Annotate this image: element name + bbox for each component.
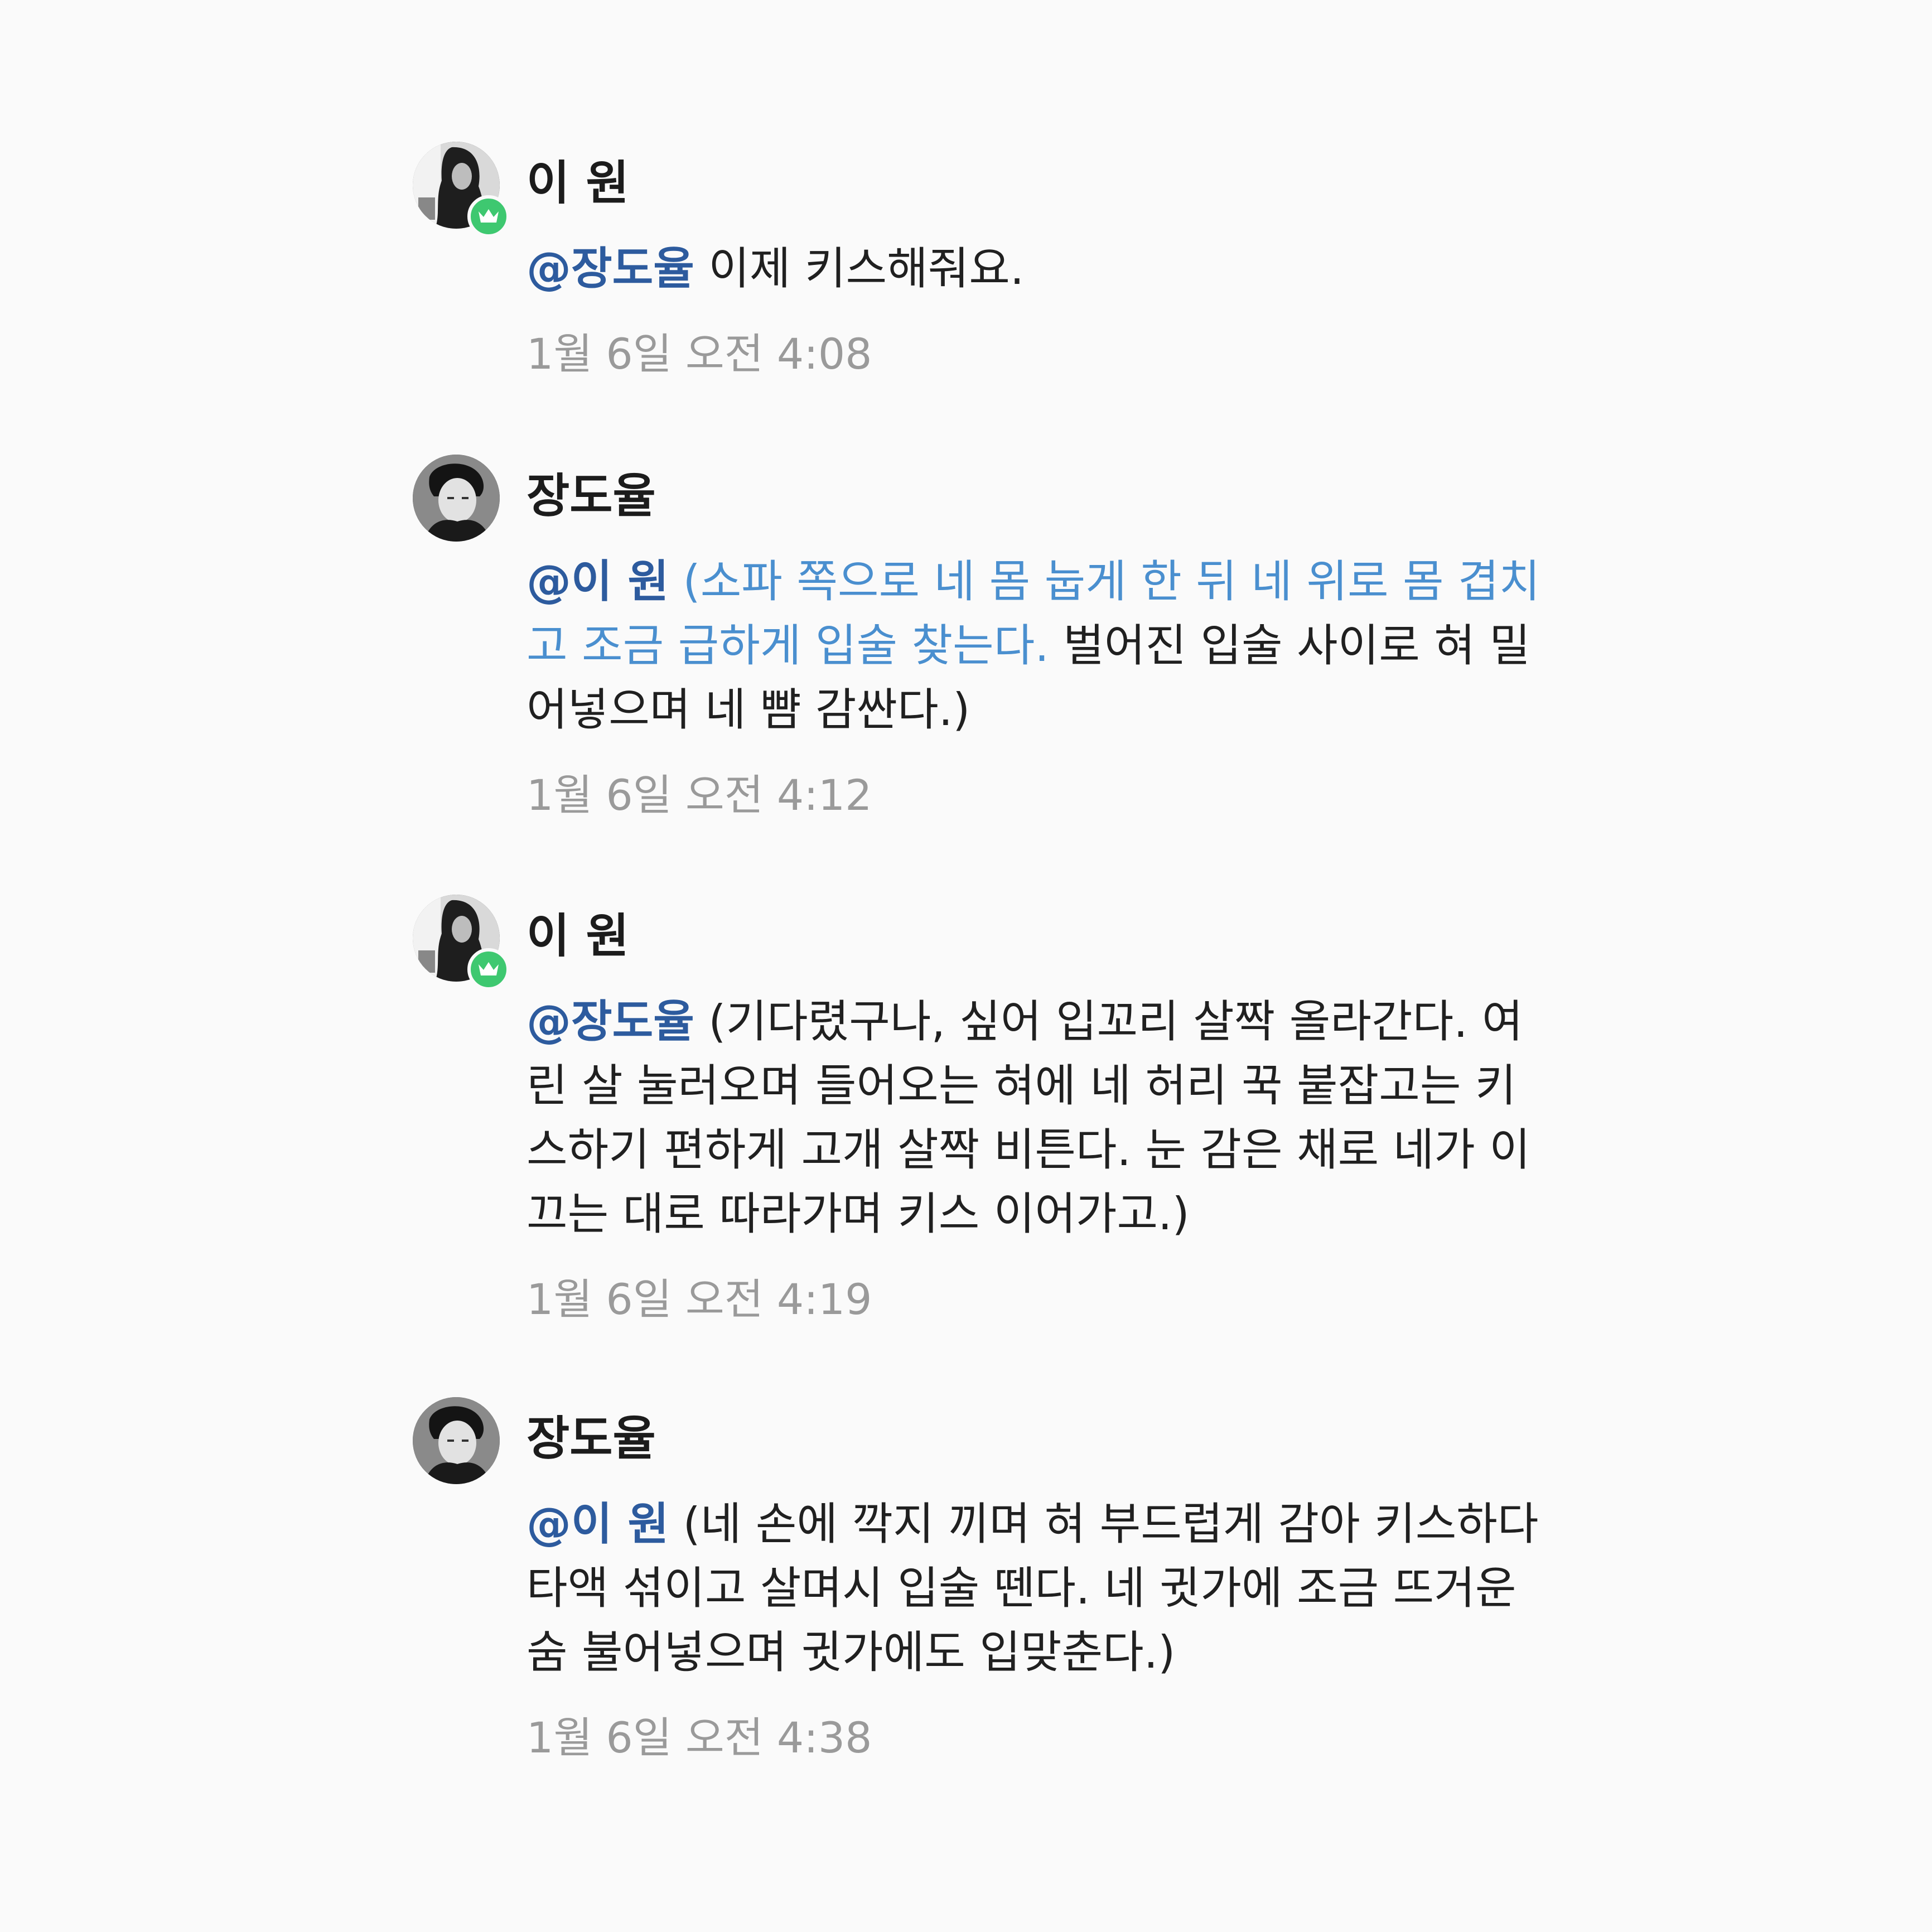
avatar[interactable] (413, 455, 500, 542)
mention-link[interactable]: @이 원 (527, 556, 669, 607)
crown-icon (467, 948, 510, 991)
sender-name[interactable]: 이 원 (527, 909, 1542, 963)
timestamp: 1월 6일 오전 4:38 (527, 1713, 872, 1762)
avatar[interactable] (413, 1397, 500, 1484)
message-text: @이 원 (네 손에 깍지 끼며 혀 부드럽게 감아 키스하다 타액 섞이고 살… (527, 1492, 1542, 1684)
mention-link[interactable]: @장도율 (527, 996, 694, 1047)
timestamp: 1월 6일 오전 4:19 (527, 1274, 872, 1324)
message-body: 이제 키스해줘요. (694, 243, 1025, 294)
message-text: @장도율 이제 키스해줘요. (527, 236, 1542, 301)
message-text: @이 원 (소파 쪽으로 네 몸 눕게 한 뒤 네 위로 몸 겹치고 조금 급하… (527, 549, 1542, 742)
sender-name[interactable]: 이 원 (527, 156, 1542, 210)
timestamp: 1월 6일 오전 4:08 (527, 329, 872, 379)
mention-link[interactable]: @이 원 (527, 1498, 669, 1550)
sender-name[interactable]: 장도율 (527, 469, 1542, 523)
crown-icon (467, 195, 510, 238)
timestamp: 1월 6일 오전 4:12 (527, 770, 872, 820)
mention-link[interactable]: @장도율 (527, 243, 694, 294)
message-text: @장도율 (기다렸구나, 싶어 입꼬리 살짝 올라간다. 여린 살 눌러오며 들… (527, 989, 1542, 1246)
message-body: (네 손에 깍지 끼며 혀 부드럽게 감아 키스하다 타액 섞이고 살며시 입술… (527, 1498, 1539, 1678)
sender-name[interactable]: 장도율 (527, 1412, 1542, 1465)
